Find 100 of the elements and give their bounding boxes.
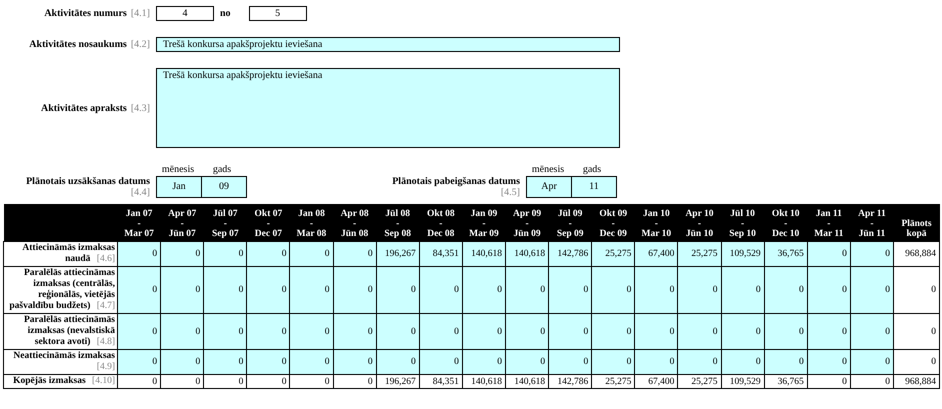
table-cell[interactable]: 0 (721, 314, 764, 350)
table-cell[interactable]: 0 (592, 350, 635, 374)
field-label: Plānotais pabeigšanas datums (392, 176, 520, 187)
table-cell[interactable]: 0 (290, 266, 334, 314)
table-cell[interactable]: 0 (807, 242, 850, 266)
table-cell[interactable]: 196,267 (376, 242, 420, 266)
table-cell[interactable]: 0 (204, 314, 247, 350)
table-cell[interactable]: 109,529 (721, 242, 764, 266)
table-cell[interactable]: 0 (204, 266, 247, 314)
table-cell: 0 (894, 266, 940, 314)
table-cell[interactable]: 0 (678, 314, 722, 350)
table-cell[interactable]: 0 (118, 242, 161, 266)
table-cell[interactable]: 0 (505, 266, 549, 314)
table-cell[interactable]: 0 (419, 314, 462, 350)
column-header: Okt 09 (598, 209, 628, 219)
table-cell[interactable]: 67,400 (634, 242, 678, 266)
table-cell[interactable]: 0 (807, 266, 850, 314)
table-cell[interactable]: 84,351 (419, 242, 462, 266)
table-cell[interactable]: 0 (376, 266, 420, 314)
table-cell[interactable]: 0 (160, 266, 204, 314)
table-cell[interactable]: 0 (246, 242, 290, 266)
table-cell: 25,275 (592, 374, 635, 388)
table-cell[interactable]: 0 (850, 242, 894, 266)
table-cell[interactable]: 0 (548, 350, 592, 374)
table-cell[interactable]: 0 (850, 266, 894, 314)
table-cell[interactable]: 0 (678, 350, 722, 374)
activity-number-field[interactable]: 4 (156, 6, 214, 21)
table-cell[interactable]: 0 (462, 350, 506, 374)
table-cell[interactable]: 0 (118, 266, 161, 314)
row-label: Kopējās izmaksas [4.10] (4, 374, 118, 388)
table-cell[interactable]: 0 (505, 350, 549, 374)
table-cell[interactable]: 0 (290, 350, 334, 374)
table-cell: 968,884 (894, 374, 940, 388)
field-label: Aktivitātes nosaukums (29, 39, 127, 50)
column-header: Dec 09 (598, 229, 628, 239)
column-caption: gads (582, 164, 602, 176)
table-cell[interactable]: 36,765 (764, 242, 808, 266)
table-cell[interactable]: 0 (376, 350, 420, 374)
table-cell[interactable]: 25,275 (592, 242, 635, 266)
table-cell[interactable]: 140,618 (462, 242, 506, 266)
table-cell[interactable]: 0 (160, 314, 204, 350)
table-cell[interactable]: 0 (634, 350, 678, 374)
table-cell[interactable]: 0 (850, 350, 894, 374)
column-header: Sep 08 (383, 229, 412, 239)
table-cell: 0 (160, 374, 204, 388)
table-cell[interactable]: 0 (290, 242, 334, 266)
column-header: Okt 08 (426, 209, 456, 219)
column-header: Dec 07 (254, 229, 283, 239)
table-cell: 0 (246, 374, 290, 388)
table-cell[interactable]: 0 (634, 266, 678, 314)
table-cell[interactable]: 0 (462, 314, 506, 350)
table-cell[interactable]: 0 (118, 350, 161, 374)
column-header: Jan 09 (470, 209, 498, 219)
table-cell[interactable]: 0 (764, 266, 808, 314)
activity-description-field[interactable]: Trešā konkursa apakšprojektu ieviešana (156, 68, 620, 148)
table-cell[interactable]: 0 (246, 314, 290, 350)
table-cell[interactable]: 142,786 (548, 242, 592, 266)
column-header: - (869, 219, 875, 229)
table-cell[interactable]: 0 (764, 314, 808, 350)
table-cell[interactable]: 0 (160, 242, 204, 266)
table-cell[interactable]: 0 (764, 350, 808, 374)
table-cell[interactable]: 0 (246, 350, 290, 374)
table-cell[interactable]: 0 (333, 350, 376, 374)
table-cell[interactable]: 0 (246, 266, 290, 314)
table-cell[interactable]: 0 (548, 314, 592, 350)
table-cell[interactable]: 0 (548, 266, 592, 314)
table-cell[interactable]: 0 (333, 314, 376, 350)
table-cell: 0 (850, 374, 894, 388)
table-cell[interactable]: 0 (376, 314, 420, 350)
table-cell[interactable]: 0 (160, 350, 204, 374)
table-cell: 140,618 (505, 374, 549, 388)
table-cell[interactable]: 0 (419, 350, 462, 374)
table-cell[interactable]: 0 (204, 242, 247, 266)
table-cell[interactable]: 0 (721, 350, 764, 374)
table-cell[interactable]: 25,275 (678, 242, 722, 266)
table-cell[interactable]: 0 (721, 266, 764, 314)
column-header: - (826, 219, 832, 229)
reference-number: [4.5] (500, 187, 520, 198)
table-cell[interactable]: 0 (333, 242, 376, 266)
table-cell[interactable]: 0 (678, 266, 722, 314)
table-cell[interactable]: 0 (807, 350, 850, 374)
table-cell[interactable]: 0 (807, 314, 850, 350)
table-cell[interactable]: 0 (419, 266, 462, 314)
table-cell[interactable]: 0 (850, 314, 894, 350)
table-cell[interactable]: 0 (634, 314, 678, 350)
column-header: Mar 09 (468, 229, 500, 239)
table-cell[interactable]: 0 (592, 266, 635, 314)
table-cell[interactable]: 0 (118, 314, 161, 350)
column-header: - (481, 219, 487, 229)
table-cell[interactable]: 0 (333, 266, 376, 314)
table-cell: 0 (204, 374, 247, 388)
column-header: Jan 07 (124, 209, 154, 219)
table-cell[interactable]: 0 (290, 314, 334, 350)
column-header: Jūl 10 (729, 209, 756, 219)
activity-name-field[interactable]: Trešā konkursa apakšprojektu ieviešana (156, 37, 620, 52)
table-cell[interactable]: 0 (592, 314, 635, 350)
table-cell[interactable]: 140,618 (505, 242, 549, 266)
table-cell[interactable]: 0 (204, 350, 247, 374)
table-cell[interactable]: 0 (462, 266, 506, 314)
table-cell[interactable]: 0 (505, 314, 549, 350)
